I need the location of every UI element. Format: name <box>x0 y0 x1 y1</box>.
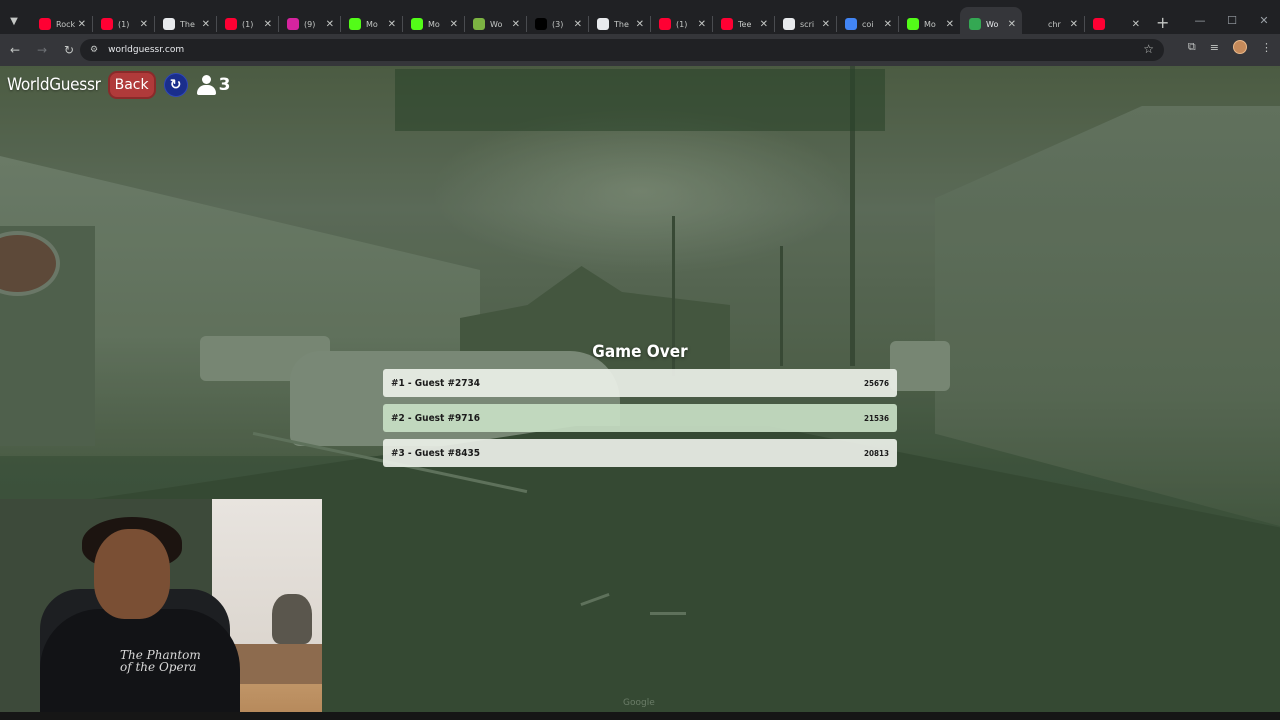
webcam-lizard <box>272 594 312 644</box>
tab-title: Rock <box>56 19 76 29</box>
menu-kebab-icon[interactable]: ⋮ <box>1261 41 1272 54</box>
tab-close-icon[interactable]: ✕ <box>636 19 644 30</box>
bookmark-star-icon[interactable]: ☆ <box>1143 42 1154 56</box>
leaderboard-row: #1 - Guest #2734 25676 <box>383 369 897 397</box>
tab-title: coi <box>862 19 874 29</box>
github-icon <box>597 18 609 30</box>
github-icon <box>163 18 175 30</box>
favicon-placeholder-icon <box>1031 18 1043 30</box>
webcam-shirt-print: The Phantom of the Opera <box>120 648 201 674</box>
forward-arrow-icon[interactable]: → <box>30 38 54 62</box>
tab-close-icon[interactable]: ✕ <box>1008 19 1016 30</box>
leaderboard-player: #3 - Guest #8435 <box>391 447 481 459</box>
extensions-icon[interactable]: ⧉ <box>1188 40 1196 54</box>
address-bar[interactable]: ⚙ worldguessr.com ☆ <box>80 39 1164 61</box>
tab-close-icon[interactable]: ✕ <box>264 19 272 30</box>
tab-close-icon[interactable]: ✕ <box>388 19 396 30</box>
leaderboard-row: #2 - Guest #9716 21536 <box>383 404 897 432</box>
map-attribution: Google <box>623 698 655 708</box>
leaderboard-row: #3 - Guest #8435 20813 <box>383 439 897 467</box>
w-icon <box>473 18 485 30</box>
street-view-panorama[interactable]: WorldGuessr Back ↻ 3 Game Over #1 - Gues… <box>0 66 1280 712</box>
instagram-icon <box>287 18 299 30</box>
tab-title: Mo <box>366 19 378 29</box>
tab-title: chr <box>1048 19 1061 29</box>
toolbar-right: ⧉ ≡ ⋮ <box>1188 40 1272 54</box>
media-controls-icon[interactable]: ≡ <box>1210 41 1219 54</box>
tab-close-icon[interactable]: ✕ <box>946 19 954 30</box>
youtube-icon <box>225 18 237 30</box>
youtube-icon <box>101 18 113 30</box>
game-hud: WorldGuessr Back ↻ 3 <box>7 70 230 100</box>
back-button[interactable]: Back <box>107 71 156 99</box>
new-tab-plus-icon[interactable]: + <box>1156 13 1169 32</box>
tab-close-icon[interactable]: ✕ <box>760 19 768 30</box>
youtube-icon <box>721 18 733 30</box>
leaderboard-player: #2 - Guest #9716 <box>391 412 481 424</box>
tab-close-icon[interactable]: ✕ <box>78 19 86 30</box>
url-text: worldguessr.com <box>108 45 185 55</box>
tab-title: (1) <box>118 19 130 29</box>
tab-title: Mo <box>924 19 936 29</box>
youtube-icon <box>39 18 51 30</box>
user-icon <box>196 75 216 95</box>
window-close-icon[interactable]: ✕ <box>1248 14 1280 27</box>
bottom-strip <box>0 712 1280 720</box>
tab-close-icon[interactable]: ✕ <box>698 19 706 30</box>
leaderboard-score: 25676 <box>863 378 889 388</box>
game-over-title: Game Over <box>592 342 688 362</box>
leaderboard-score: 20813 <box>863 448 889 458</box>
k-icon <box>907 18 919 30</box>
tab-title: (3) <box>552 19 564 29</box>
tab-close-icon[interactable]: ✕ <box>822 19 830 30</box>
tab-title: Mo <box>428 19 440 29</box>
reload-icon[interactable]: ↻ <box>57 38 81 62</box>
tab-title: scri <box>800 19 815 29</box>
blank-page-icon <box>783 18 795 30</box>
tab-title: (9) <box>304 19 316 29</box>
google-icon <box>845 18 857 30</box>
webcam-shelf <box>232 644 322 684</box>
tab-close-icon[interactable]: ✕ <box>1070 19 1078 30</box>
webcam-overlay: The Phantom of the Opera <box>0 499 322 712</box>
leaderboard-player: #1 - Guest #2734 <box>391 377 481 389</box>
tab-close-icon[interactable]: ✕ <box>1132 19 1140 30</box>
tab-title: Wo <box>490 19 503 29</box>
k-icon <box>349 18 361 30</box>
site-info-icon[interactable]: ⚙ <box>90 45 98 55</box>
profile-avatar[interactable] <box>1233 40 1247 54</box>
globe-icon <box>969 18 981 30</box>
tab-close-icon[interactable]: ✕ <box>884 19 892 30</box>
browser-toolbar: ← → ↻ ⚙ worldguessr.com ☆ ⧉ ≡ ⋮ <box>0 34 1280 66</box>
youtube-icon <box>1093 18 1105 30</box>
tab-title: (1) <box>676 19 688 29</box>
x-icon <box>535 18 547 30</box>
tab-title: The <box>180 19 195 29</box>
youtube-icon <box>659 18 671 30</box>
tab-close-icon[interactable]: ✕ <box>202 19 210 30</box>
tab-title: The <box>614 19 629 29</box>
tab-search-chevron-icon[interactable]: ▼ <box>2 9 26 33</box>
brand-logo-text: WorldGuessr <box>7 75 101 95</box>
leaderboard-score: 21536 <box>863 413 889 423</box>
tab-close-icon[interactable]: ✕ <box>512 19 520 30</box>
player-count-value: 3 <box>218 75 231 95</box>
back-arrow-icon[interactable]: ← <box>3 38 27 62</box>
k-icon <box>411 18 423 30</box>
tab-title: Tee <box>738 19 752 29</box>
top-info-banner <box>395 69 885 131</box>
tab-close-icon[interactable]: ✕ <box>326 19 334 30</box>
webcam-person-face <box>94 529 170 619</box>
game-over-panel: Game Over #1 - Guest #2734 25676 #2 - Gu… <box>383 342 897 474</box>
tab-title: (1) <box>242 19 254 29</box>
maximize-icon[interactable]: ☐ <box>1216 14 1248 27</box>
tab-close-icon[interactable]: ✕ <box>574 19 582 30</box>
refresh-icon[interactable]: ↻ <box>163 73 188 97</box>
player-count: 3 <box>196 75 231 95</box>
tab-close-icon[interactable]: ✕ <box>140 19 148 30</box>
minimize-icon[interactable]: — <box>1184 14 1216 27</box>
tab-close-icon[interactable]: ✕ <box>450 19 458 30</box>
tab-title: Wo <box>986 19 999 29</box>
